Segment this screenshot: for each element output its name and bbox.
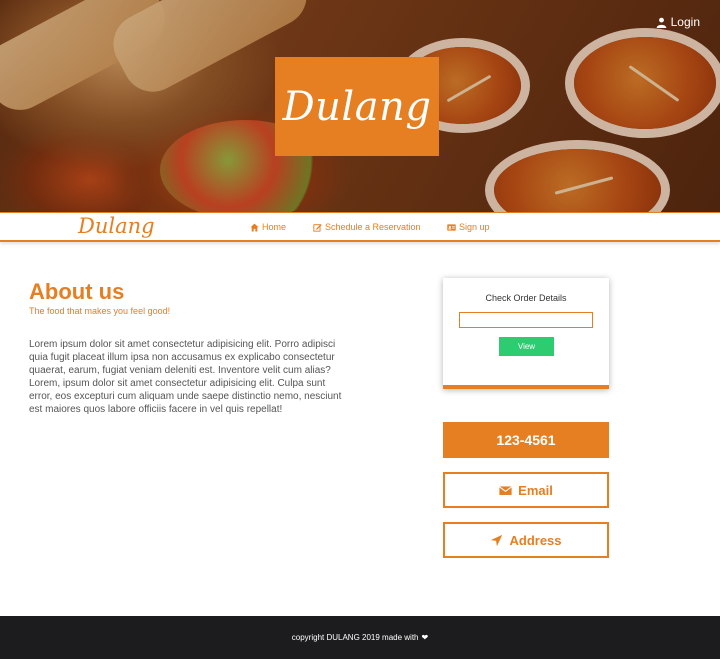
address-label: Address xyxy=(509,532,562,548)
about-subtitle: The food that makes you feel good! xyxy=(29,306,171,316)
footer-text: copyright DULANG 2019 made with xyxy=(291,633,419,642)
edit-icon xyxy=(313,223,322,232)
hero-logo: Dulang xyxy=(275,57,439,156)
nav-item-reservation[interactable]: Schedule a Reservation xyxy=(313,222,421,232)
nav-item-label: Home xyxy=(262,222,287,232)
user-icon xyxy=(656,17,666,28)
phone-number: 123-4561 xyxy=(496,432,556,448)
order-card-title: Check Order Details xyxy=(485,293,567,303)
view-order-button[interactable]: View xyxy=(499,337,554,356)
nav-item-home[interactable]: Home xyxy=(250,222,286,232)
about-body: Lorem ipsum dolor sit amet consectetur a… xyxy=(29,339,342,415)
location-arrow-icon xyxy=(491,534,503,546)
heart-icon: ❤ xyxy=(421,633,429,642)
navbar-brand[interactable]: Dulang xyxy=(78,214,155,238)
email-button[interactable]: Email xyxy=(443,472,609,508)
nav-item-label: Schedule a Reservation xyxy=(325,222,421,232)
login-label: Login xyxy=(670,15,700,29)
address-button[interactable]: Address xyxy=(443,522,609,558)
envelope-icon xyxy=(499,485,513,495)
check-order-card: Check Order Details View xyxy=(443,278,609,389)
navbar: Dulang Home Schedule a Reservation Sign … xyxy=(0,212,720,242)
login-link[interactable]: Login xyxy=(656,15,700,29)
email-label: Email xyxy=(518,482,553,498)
about-title: About us xyxy=(29,279,125,304)
nav-item-label: Sign up xyxy=(459,222,490,232)
order-id-input[interactable] xyxy=(459,312,593,328)
nav-item-signup[interactable]: Sign up xyxy=(447,222,490,232)
hero-logo-text: Dulang xyxy=(282,83,432,130)
footer: copyright DULANG 2019 made with ❤ xyxy=(0,616,720,659)
phone-button[interactable]: 123-4561 xyxy=(443,422,609,458)
id-card-icon xyxy=(447,223,456,231)
hero-banner: Dulang Login xyxy=(0,0,720,212)
home-icon xyxy=(250,223,259,231)
